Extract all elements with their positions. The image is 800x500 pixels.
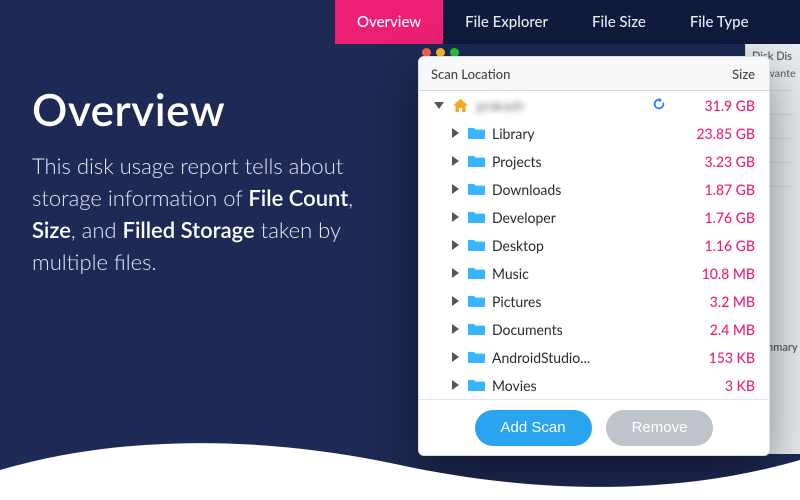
folder-icon	[467, 376, 485, 394]
table-row[interactable]: Developer 1.76 GB	[419, 203, 769, 231]
root-name: prakash	[476, 97, 652, 114]
table-row[interactable]: Pictures 3.2 MB	[419, 287, 769, 315]
item-size: 1.76 GB	[674, 209, 769, 226]
disclosure-right-icon[interactable]	[449, 351, 461, 363]
table-row[interactable]: Library 23.85 GB	[419, 119, 769, 147]
tab-file-explorer[interactable]: File Explorer	[443, 0, 570, 44]
disclosure-down-icon[interactable]	[433, 99, 445, 111]
item-name: Documents	[492, 321, 674, 338]
tab-overview[interactable]: Overview	[335, 0, 443, 44]
hero-text: , and	[71, 216, 123, 243]
table-row[interactable]: Music 10.8 MB	[419, 259, 769, 287]
table-row[interactable]: Downloads 1.87 GB	[419, 175, 769, 203]
item-size: 3.23 GB	[674, 153, 769, 170]
folder-icon	[467, 348, 485, 366]
item-size: 153 KB	[674, 349, 769, 366]
folder-icon	[467, 264, 485, 282]
folder-icon	[467, 180, 485, 198]
item-name: Downloads	[492, 181, 674, 198]
disclosure-right-icon[interactable]	[449, 379, 461, 391]
tab-file-size[interactable]: File Size	[570, 0, 668, 44]
scan-root-row[interactable]: prakash 31.9 GB	[419, 91, 769, 119]
hero-bold: Filled Storage	[123, 216, 255, 243]
table-row[interactable]: Documents 2.4 MB	[419, 315, 769, 343]
disclosure-right-icon[interactable]	[449, 155, 461, 167]
item-size: 10.8 MB	[674, 265, 769, 282]
item-size: 2.4 MB	[674, 321, 769, 338]
item-size: 3 KB	[674, 377, 769, 394]
disclosure-right-icon[interactable]	[449, 267, 461, 279]
folder-icon	[467, 292, 485, 310]
item-name: Developer	[492, 209, 674, 226]
scan-panel: Scan Location Size prakash 31.9 GB	[418, 56, 770, 456]
hero-text: ,	[348, 184, 353, 211]
table-row[interactable]: Projects 3.23 GB	[419, 147, 769, 175]
column-header-size[interactable]: Size	[674, 66, 769, 82]
disclosure-right-icon[interactable]	[449, 239, 461, 251]
item-name: Projects	[492, 153, 674, 170]
hero-body: This disk usage report tells about stora…	[32, 150, 402, 278]
folder-icon	[467, 236, 485, 254]
item-size: 1.87 GB	[674, 181, 769, 198]
root-size: 31.9 GB	[674, 97, 769, 114]
panel-header: Scan Location Size	[419, 57, 769, 91]
decorative-wave	[0, 430, 800, 500]
hero-bold: File Count	[248, 184, 348, 211]
table-row[interactable]: Movies 3 KB	[419, 371, 769, 399]
folder-icon	[467, 124, 485, 142]
item-name: Library	[492, 125, 674, 142]
folder-icon	[467, 320, 485, 338]
table-row[interactable]: Desktop 1.16 GB	[419, 231, 769, 259]
item-name: Music	[492, 265, 674, 282]
folder-icon	[467, 208, 485, 226]
hero-copy: Overview This disk usage report tells ab…	[32, 84, 402, 278]
disclosure-right-icon[interactable]	[449, 295, 461, 307]
disclosure-right-icon[interactable]	[449, 183, 461, 195]
promo-stage: Disk Dis Unwante Summary Overview File E…	[0, 0, 800, 500]
item-size: 3.2 MB	[674, 293, 769, 310]
item-name: AndroidStudio...	[492, 349, 674, 366]
item-size: 1.16 GB	[674, 237, 769, 254]
refresh-icon[interactable]	[652, 97, 668, 113]
tab-file-type[interactable]: File Type	[668, 0, 771, 44]
item-size: 23.85 GB	[674, 125, 769, 142]
folder-icon	[467, 152, 485, 170]
scan-rows: prakash 31.9 GB Library 23.85 GB Project…	[419, 91, 769, 401]
item-name: Desktop	[492, 237, 674, 254]
hero-bold: Size	[32, 216, 71, 243]
disclosure-right-icon[interactable]	[449, 323, 461, 335]
tab-bar: Overview File Explorer File Size File Ty…	[335, 0, 800, 44]
table-row[interactable]: AndroidStudio... 153 KB	[419, 343, 769, 371]
home-icon	[451, 96, 469, 114]
column-header-location[interactable]: Scan Location	[419, 66, 674, 82]
item-name: Pictures	[492, 293, 674, 310]
disclosure-right-icon[interactable]	[449, 211, 461, 223]
item-name: Movies	[492, 377, 674, 394]
hero-title: Overview	[32, 84, 402, 136]
disclosure-right-icon[interactable]	[449, 127, 461, 139]
